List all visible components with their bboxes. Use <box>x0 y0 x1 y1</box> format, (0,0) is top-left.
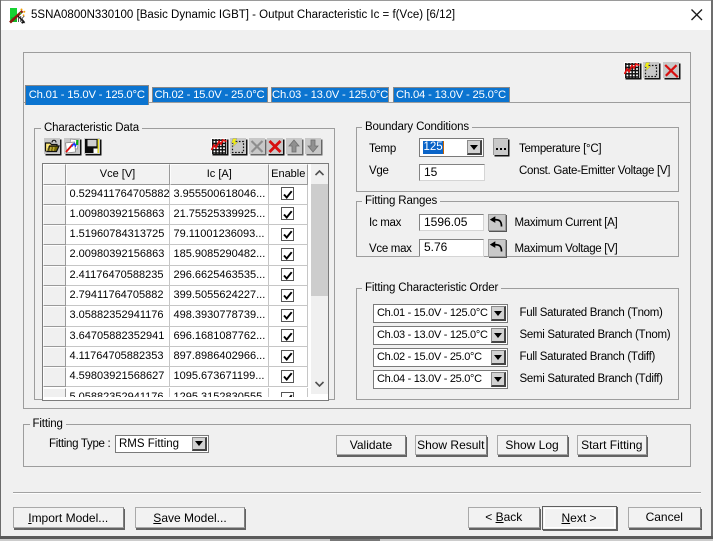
svg-text:IK: IK <box>18 15 26 24</box>
